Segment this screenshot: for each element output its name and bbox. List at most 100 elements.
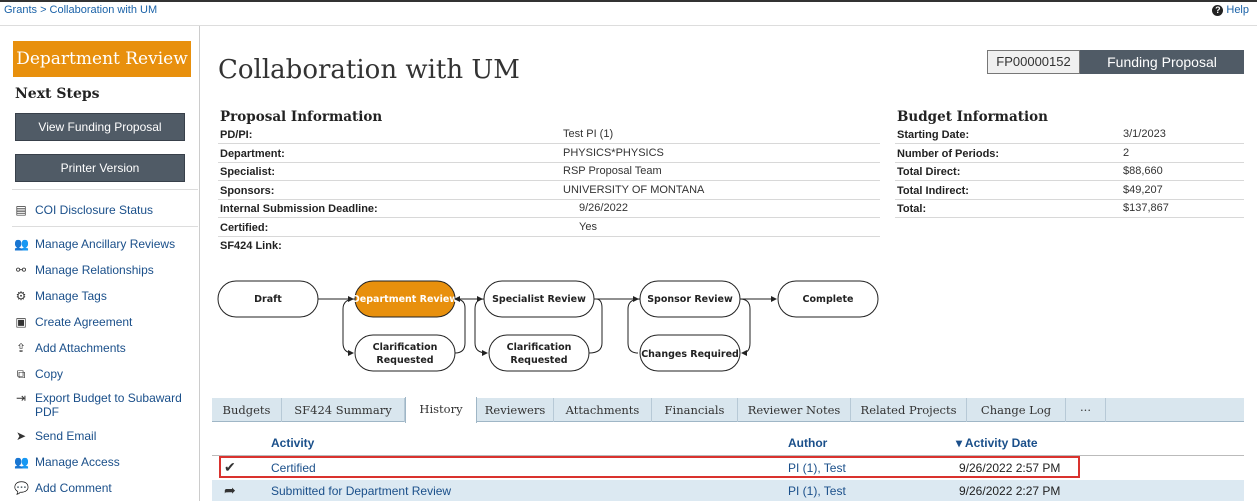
info-label: Department: (220, 147, 285, 160)
copy-link[interactable]: ⧉ Copy (14, 367, 63, 381)
comment-icon: 💬 (14, 481, 29, 495)
column-header-activity[interactable]: Activity (271, 436, 314, 450)
info-value: Yes (579, 220, 597, 233)
add-comment-link[interactable]: 💬 Add Comment (14, 481, 112, 495)
breadcrumb[interactable]: Grants > Collaboration with UM (4, 4, 157, 16)
tab-sf424-summary[interactable]: SF424 Summary (282, 398, 405, 422)
activity-link[interactable]: Submitted for Department Review (271, 484, 451, 498)
help-icon: ? (1212, 4, 1224, 16)
upload-icon: ⇪ (15, 341, 27, 355)
page-title: Collaboration with UM (218, 55, 520, 85)
tab-more[interactable]: ··· (1066, 398, 1106, 422)
info-label: Total Indirect: (897, 184, 969, 197)
table-row: ➦ Submitted for Department Review PI (1)… (212, 480, 1244, 501)
tab-reviewer-notes[interactable]: Reviewer Notes (738, 398, 851, 422)
info-value: $88,660 (1123, 165, 1163, 177)
info-label: SF424 Link: (220, 240, 282, 252)
info-label: Total: (897, 203, 927, 215)
info-value: PHYSICS*PHYSICS (563, 146, 664, 159)
author-link[interactable]: PI (1), Test (788, 484, 846, 498)
highlight-box (219, 456, 1080, 478)
create-agreement-link[interactable]: ▣ Create Agreement (14, 315, 132, 329)
workflow-state-label: Complete (803, 294, 854, 305)
tab-history[interactable]: History (405, 397, 477, 423)
sidebar: Department Review Next Steps View Fundin… (0, 26, 200, 501)
users-icon: 👥 (14, 237, 29, 251)
workflow-state-label: Sponsor Review (647, 294, 733, 305)
proposal-info-row: Sponsors: UNIVERSITY OF MONTANA (218, 182, 880, 200)
next-steps-heading: Next Steps (15, 86, 100, 102)
info-value: $49,207 (1123, 183, 1163, 196)
column-header-author[interactable]: Author (788, 436, 827, 450)
add-attachments-link[interactable]: ⇪ Add Attachments (14, 341, 126, 355)
copy-icon: ⧉ (16, 367, 26, 381)
tab-attachments[interactable]: Attachments (554, 398, 652, 422)
proposal-info-row: Internal Submission Deadline: 9/26/2022 (218, 200, 880, 218)
workflow-state-label: Draft (254, 294, 282, 305)
view-funding-proposal-button[interactable]: View Funding Proposal (15, 113, 185, 141)
help-link[interactable]: ? Help (1212, 4, 1249, 16)
document-icon: ▣ (15, 315, 27, 329)
info-label: Total Direct: (897, 166, 961, 178)
info-value: 2 (1123, 146, 1130, 159)
budget-info-heading: Budget Information (897, 109, 1048, 125)
workflow-state-label: Changes Required (641, 349, 739, 360)
info-label: Certified: (220, 221, 269, 234)
info-label: Starting Date: (897, 129, 970, 141)
workflow-state-label: Requested (376, 355, 433, 366)
gear-icon: ⚙ (15, 289, 27, 303)
proposal-info-row: PD/PI: Test PI (1) (218, 126, 880, 144)
info-label: Number of Periods: (897, 147, 1000, 160)
tab-reviewers[interactable]: Reviewers (477, 398, 554, 422)
manage-access-link[interactable]: 👥 Manage Access (14, 455, 120, 469)
info-label: Sponsors: (220, 184, 275, 197)
export-budget-link[interactable]: ⇥ Export Budget to Subaward PDF (14, 391, 184, 419)
project-type-badge: Funding Proposal (1080, 50, 1244, 74)
tab-bar: Budgets SF424 Summary History Reviewers … (212, 397, 1244, 423)
send-email-link[interactable]: ➤ Send Email (14, 429, 96, 443)
workflow-state-label: Clarification (373, 342, 438, 353)
budget-info-row: Total Direct: $88,660 (895, 163, 1244, 181)
tab-budgets[interactable]: Budgets (212, 398, 282, 422)
send-icon: ➤ (15, 429, 27, 443)
info-value: 9/26/2022 (579, 202, 628, 214)
info-label: PD/PI: (220, 129, 253, 141)
state-badge: Department Review (13, 41, 191, 77)
manage-tags-link[interactable]: ⚙ Manage Tags (14, 289, 107, 303)
workflow-state-label: Requested (510, 355, 567, 366)
workflow-diagram: Draft Department Review Specialist Revie… (217, 280, 879, 372)
budget-info-row: Starting Date: 3/1/2023 (895, 126, 1244, 144)
proposal-info-row: SF424 Link: (218, 237, 880, 255)
info-value: 3/1/2023 (1123, 128, 1166, 140)
printer-version-button[interactable]: Printer Version (15, 154, 185, 182)
manage-ancillary-reviews-link[interactable]: 👥 Manage Ancillary Reviews (14, 237, 175, 251)
activity-date: 9/26/2022 2:27 PM (959, 484, 1061, 498)
budget-info-row: Total Indirect: $49,207 (895, 182, 1244, 200)
export-icon: ⇥ (15, 391, 27, 405)
info-label: Internal Submission Deadline: (220, 203, 378, 215)
proposal-info-row: Department: PHYSICS*PHYSICS (218, 145, 880, 163)
proposal-info-heading: Proposal Information (220, 109, 383, 125)
list-icon: ▤ (15, 203, 27, 217)
manage-relationships-link[interactable]: ⚯ Manage Relationships (14, 263, 154, 277)
history-table-header: Activity Author ▾ Activity Date (212, 432, 1244, 456)
divider (12, 189, 198, 190)
people-icon: 👥 (14, 455, 29, 469)
divider (12, 226, 198, 227)
project-id-badge: FP00000152 (987, 50, 1080, 74)
info-value: RSP Proposal Team (563, 165, 662, 177)
proposal-info-row: Certified: Yes (218, 219, 880, 237)
coi-disclosure-link[interactable]: ▤ COI Disclosure Status (14, 203, 153, 217)
tab-related-projects[interactable]: Related Projects (851, 398, 967, 422)
info-label: Specialist: (220, 166, 276, 178)
tab-financials[interactable]: Financials (652, 398, 738, 422)
info-value: $137,867 (1123, 202, 1169, 214)
budget-info-row: Total: $137,867 (895, 200, 1244, 218)
workflow-state-label: Clarification (507, 342, 572, 353)
help-label: Help (1226, 4, 1249, 16)
forward-arrow-icon: ➦ (224, 482, 236, 498)
budget-info-row: Number of Periods: 2 (895, 145, 1244, 163)
column-header-activity-date[interactable]: ▾ Activity Date (956, 436, 1038, 450)
workflow-state-label: Department Review (352, 294, 458, 305)
tab-change-log[interactable]: Change Log (967, 398, 1066, 422)
